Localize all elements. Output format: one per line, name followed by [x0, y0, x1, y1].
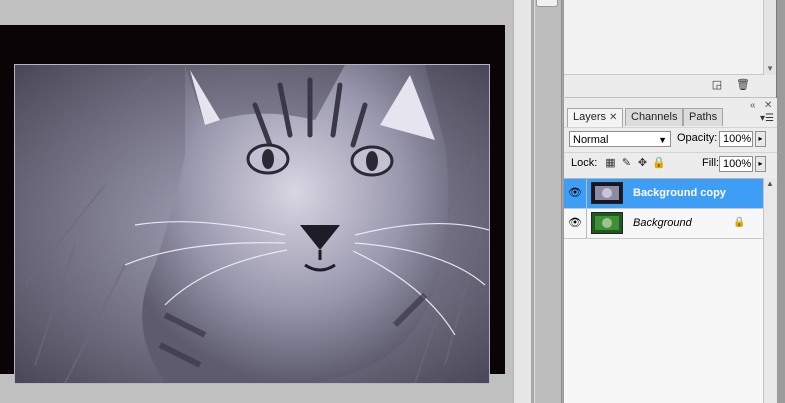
scroll-down-arrow-icon[interactable]: ▼ [766, 64, 774, 73]
layer-row-background[interactable]: 👁 Background 🔒 [564, 209, 763, 239]
trash-icon[interactable]: 🗑 [736, 78, 750, 92]
layer-name-background-copy[interactable]: Background copy [633, 187, 726, 199]
scroll-up-arrow-icon[interactable]: ▲ [766, 179, 774, 188]
fill-input[interactable]: 100% [719, 156, 753, 172]
lock-position-icon[interactable]: ✥ [636, 157, 649, 170]
eye-icon[interactable]: 👁 [567, 217, 583, 229]
panel-dock-divider[interactable] [531, 0, 563, 403]
dock-grip-handle[interactable] [536, 0, 558, 7]
layer-thumbnail-background-copy [591, 182, 623, 204]
lock-transparent-pixels-icon[interactable]: ▦ [604, 157, 617, 170]
upper-panel-content [564, 0, 763, 75]
lock-all-icon[interactable]: 🔒 [652, 157, 666, 170]
eye-icon[interactable]: 👁 [567, 187, 583, 199]
layer-list-scrollbar[interactable]: ▲ [763, 178, 777, 403]
layer-thumbnail-background [591, 212, 623, 234]
layer-row-background-copy[interactable]: 👁 Background copy [564, 179, 763, 209]
opacity-value: 100% [723, 133, 752, 145]
window-right-edge [776, 0, 785, 403]
layer-lock-icon: 🔒 [733, 217, 746, 228]
blend-mode-select[interactable]: Normal ▼ [569, 131, 671, 147]
close-panel-icon[interactable]: ✕ [764, 100, 772, 111]
tab-layers-label: Layers [573, 111, 607, 123]
close-tab-icon[interactable]: ✕ [609, 112, 617, 123]
tab-paths-label: Paths [689, 111, 718, 123]
kitten-photo[interactable] [14, 64, 490, 384]
layer-name-background[interactable]: Background [633, 217, 692, 229]
document-border [0, 25, 505, 384]
fill-slider-button[interactable]: ▸ [755, 156, 766, 172]
eye-column-divider [586, 179, 587, 208]
layer-list: 👁 Background copy 👁 Background 🔒 [564, 178, 763, 403]
document-canvas-area[interactable] [0, 0, 513, 403]
eye-column-divider [586, 209, 587, 238]
chevron-down-icon: ▼ [658, 135, 667, 145]
blend-mode-value: Normal [573, 134, 609, 146]
panel-dock-strip [534, 0, 562, 403]
tab-channels[interactable]: Channels [625, 108, 684, 126]
collapse-panel-icon[interactable]: « [750, 100, 756, 111]
opacity-input[interactable]: 100% [719, 131, 753, 147]
tab-paths[interactable]: Paths [683, 108, 724, 126]
lock-label: Lock: [571, 157, 598, 169]
panel-menu-icon[interactable]: ▾☰ [760, 113, 774, 124]
opacity-label: Opacity: [677, 132, 718, 144]
tab-layers[interactable]: Layers ✕ [567, 108, 624, 127]
canvas-vertical-scrollbar[interactable] [513, 0, 532, 403]
fill-value: 100% [723, 158, 752, 170]
lock-image-pixels-icon[interactable]: ✎ [620, 157, 633, 170]
new-layer-icon[interactable]: ◲ [710, 78, 724, 92]
layers-panel: « ✕ Layers ✕ Channels Paths ▾☰ Normal ▼ O… [563, 98, 777, 403]
opacity-slider-button[interactable]: ▸ [755, 131, 766, 147]
lock-row: Lock: ▦ ✎ ✥ 🔒 Fill: 100% ▸ [564, 152, 777, 175]
blend-row: Normal ▼ Opacity: 100% ▸ [564, 127, 777, 150]
fill-label: Fill: [702, 157, 720, 169]
tab-channels-label: Channels [631, 111, 678, 123]
upper-panel: ▼ ◲ 🗑 [563, 0, 777, 97]
